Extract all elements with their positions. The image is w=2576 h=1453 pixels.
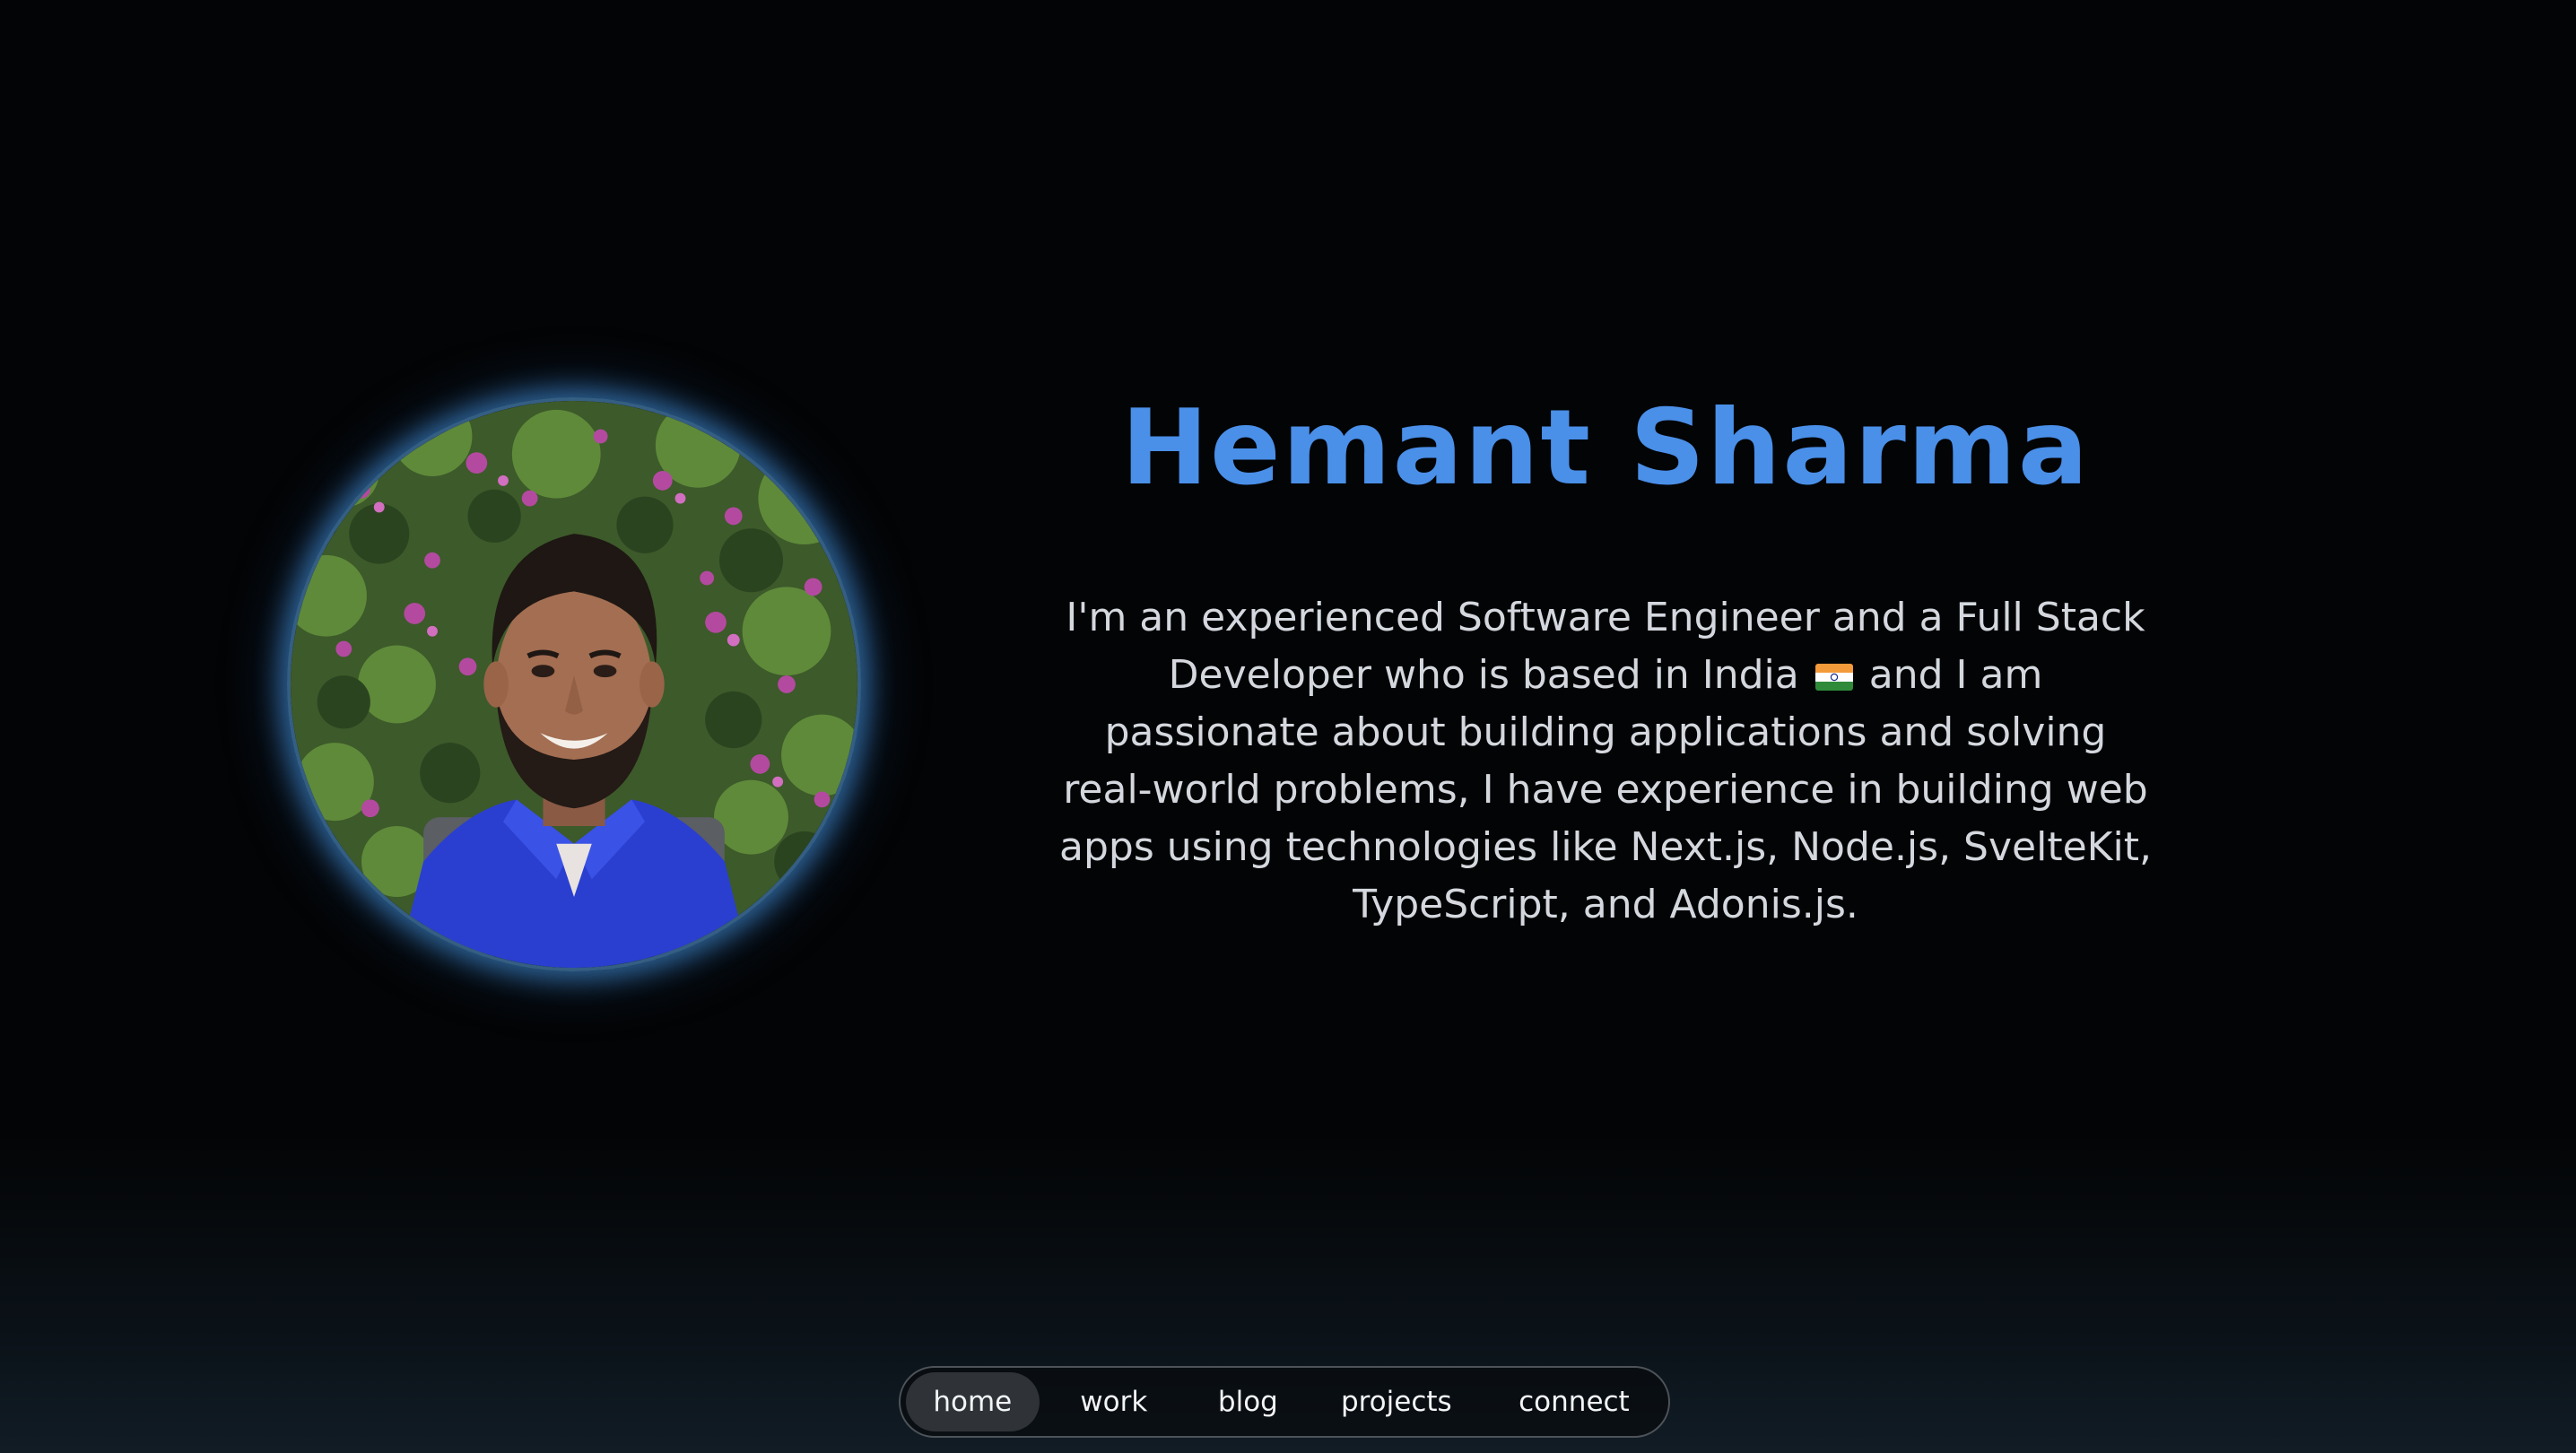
bottom-nav: home work blog projects connect [899,1366,1670,1438]
nav-item-blog[interactable]: blog [1188,1372,1308,1431]
profile-name: Hemant Sharma [1120,387,2091,509]
nav-item-connect[interactable]: connect [1485,1372,1663,1431]
profile-avatar [287,397,861,971]
nav-item-projects[interactable]: projects [1308,1372,1485,1431]
hero-section: Hemant Sharma I'm an experienced Softwar… [1040,386,2171,934]
nav-item-home[interactable]: home [906,1372,1040,1431]
nav-item-work[interactable]: work [1040,1372,1188,1431]
profile-bio: I'm an experienced Software Engineer and… [1040,589,2171,934]
india-flag-icon [1815,664,1853,692]
